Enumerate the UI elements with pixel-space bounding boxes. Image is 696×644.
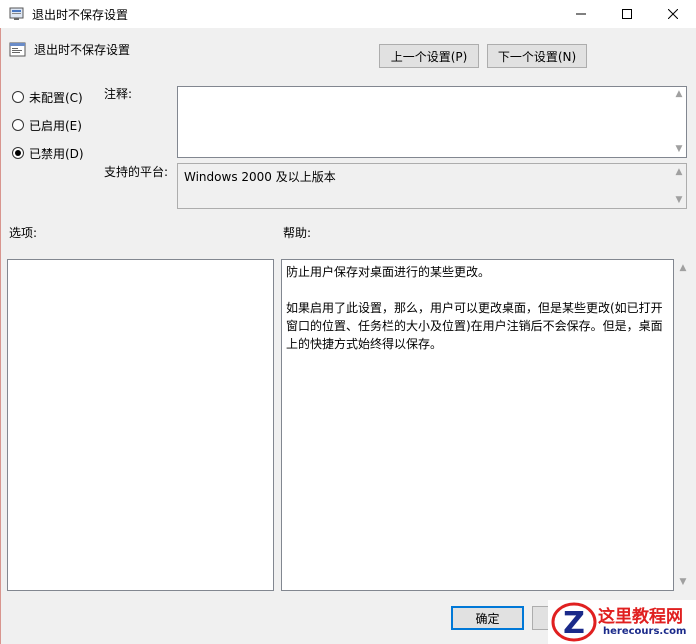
options-label: 选项: [9, 226, 38, 240]
scroll-down-icon[interactable]: ▼ [673, 143, 685, 155]
scroll-up-icon[interactable]: ▲ [673, 88, 685, 100]
help-label: 帮助: [283, 226, 312, 240]
setting-icon [9, 42, 27, 58]
window-edge [0, 28, 1, 644]
scroll-up-icon[interactable]: ▲ [673, 166, 685, 178]
minimize-button[interactable] [558, 0, 604, 28]
platform-field: Windows 2000 及以上版本 [177, 163, 687, 209]
platform-value: Windows 2000 及以上版本 [184, 170, 336, 184]
radio-not-configured[interactable]: 未配置(C) [12, 88, 83, 106]
ok-button[interactable]: 确定 [451, 606, 524, 630]
options-panel [7, 259, 274, 591]
watermark-name: 这里教程网 [598, 607, 683, 627]
comment-label: 注释: [104, 87, 133, 101]
window-title: 退出时不保存设置 [32, 8, 129, 22]
policy-app-icon [9, 7, 25, 21]
platform-label: 支持的平台: [104, 165, 169, 179]
scroll-down-icon[interactable]: ▼ [677, 576, 689, 588]
watermark-z-icon: Z [551, 602, 597, 642]
next-setting-button[interactable]: 下一个设置(N) [487, 44, 587, 68]
setting-title: 退出时不保存设置 [34, 43, 131, 57]
maximize-button[interactable] [604, 0, 650, 28]
radio-circle[interactable] [12, 119, 24, 131]
radio-label: 已禁用(D) [29, 146, 84, 161]
radio-disabled[interactable]: 已禁用(D) [12, 144, 84, 162]
watermark-url: herecours.com [603, 626, 687, 637]
radio-circle[interactable] [12, 91, 24, 103]
close-button[interactable] [650, 0, 696, 28]
scroll-down-icon[interactable]: ▼ [673, 194, 685, 206]
radio-circle-selected[interactable] [12, 147, 24, 159]
svg-text:Z: Z [563, 606, 585, 641]
scroll-up-icon[interactable]: ▲ [677, 262, 689, 274]
help-paragraph: 防止用户保存对桌面进行的某些更改。 [286, 265, 491, 279]
comment-textarea[interactable] [177, 86, 687, 158]
radio-enabled[interactable]: 已启用(E) [12, 116, 82, 134]
watermark-logo: Z 这里教程网 herecours.com [548, 600, 696, 644]
title-bar[interactable]: 退出时不保存设置 [0, 0, 696, 28]
help-panel: 防止用户保存对桌面进行的某些更改。 如果启用了此设置，那么，用户可以更改桌面，但… [281, 259, 674, 591]
radio-label: 已启用(E) [29, 118, 82, 133]
previous-setting-button[interactable]: 上一个设置(P) [379, 44, 479, 68]
policy-dialog: 退出时不保存设置 退出时不保存设置 上一个设置(P) 下一个设置(N) 未配置(… [0, 0, 696, 644]
help-paragraph: 如果启用了此设置，那么，用户可以更改桌面，但是某些更改(如已打开窗口的位置、任务… [286, 301, 663, 351]
radio-label: 未配置(C) [29, 90, 83, 105]
